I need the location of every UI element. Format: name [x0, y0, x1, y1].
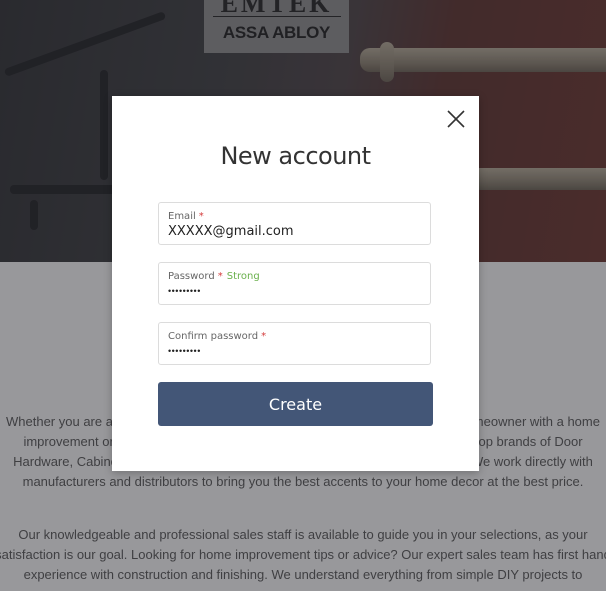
new-account-modal: New account Email * XXXXX@gmail.com Passw…	[112, 96, 479, 471]
confirm-password-input[interactable]: •••••••••	[168, 346, 201, 356]
confirm-password-label-text: Confirm password	[168, 331, 259, 342]
close-icon[interactable]	[447, 110, 465, 128]
required-mark: *	[217, 271, 223, 282]
required-mark: *	[261, 331, 267, 342]
email-label-text: Email	[168, 211, 196, 222]
password-strength: Strong	[226, 271, 260, 282]
password-field[interactable]: Password * Strong •••••••••	[158, 262, 431, 305]
confirm-password-field[interactable]: Confirm password * •••••••••	[158, 322, 431, 365]
email-label: Email *	[168, 211, 204, 222]
password-label: Password * Strong	[168, 271, 260, 282]
email-input[interactable]: XXXXX@gmail.com	[168, 224, 418, 239]
password-input[interactable]: •••••••••	[168, 286, 201, 296]
required-mark: *	[198, 211, 204, 222]
confirm-password-label: Confirm password *	[168, 331, 266, 342]
password-label-text: Password	[168, 271, 215, 282]
email-field[interactable]: Email * XXXXX@gmail.com	[158, 202, 431, 245]
modal-title: New account	[220, 142, 371, 170]
create-button[interactable]: Create	[158, 382, 433, 426]
